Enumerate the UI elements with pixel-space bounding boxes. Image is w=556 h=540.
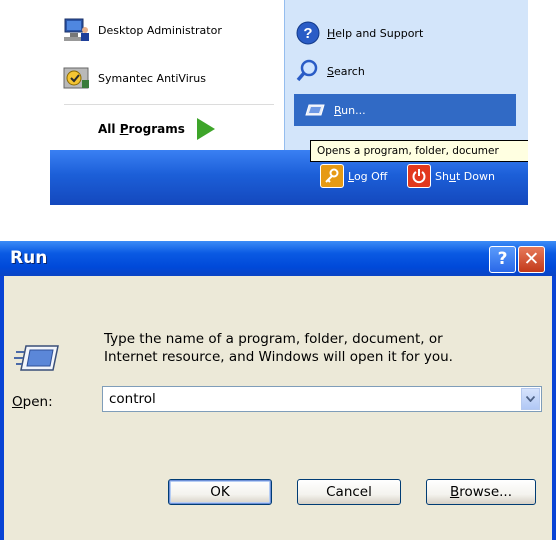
start-item-label: Symantec AntiVirus <box>98 71 206 85</box>
logoff-label: Log Off <box>348 169 388 183</box>
help-icon: ? <box>296 21 320 45</box>
dropdown-button[interactable] <box>521 388 540 410</box>
title-bar[interactable]: Run ? ✕ <box>0 241 556 276</box>
all-programs-label: All Programs <box>98 122 185 136</box>
shutdown-label: Shut Down <box>435 169 495 183</box>
dialog-title: Run <box>10 248 48 268</box>
antivirus-icon <box>62 64 92 92</box>
open-combobox[interactable] <box>102 386 542 412</box>
cancel-button[interactable]: Cancel <box>297 479 401 505</box>
description-line: Internet resource, and Windows will open… <box>104 349 453 365</box>
run-icon <box>305 104 325 116</box>
chevron-down-icon <box>526 396 535 402</box>
start-item-help-and-support[interactable]: ? Help and Support <box>295 20 423 46</box>
dialog-description: Type the name of a program, folder, docu… <box>104 330 534 366</box>
open-label: Open: <box>12 394 53 410</box>
browse-button[interactable]: Browse... <box>426 479 536 505</box>
start-menu-right-pane: ? Help and Support Search <box>284 0 528 150</box>
all-programs-button[interactable]: All Programs <box>98 118 215 140</box>
run-dialog: Run ? ✕ Type the name of a program, fold… <box>0 241 556 540</box>
dialog-body: Type the name of a program, folder, docu… <box>4 276 552 540</box>
green-arrow-icon <box>196 118 215 140</box>
start-item-run[interactable]: Run... <box>294 94 516 126</box>
start-menu-left-pane: Desktop Administrator Symantec AntiVirus… <box>50 0 284 150</box>
start-item-search[interactable]: Search <box>295 58 365 84</box>
power-icon <box>407 164 431 188</box>
run-program-icon <box>14 345 59 371</box>
open-input[interactable] <box>103 387 509 411</box>
start-item-label: Desktop Administrator <box>98 23 222 37</box>
search-icon <box>296 59 318 82</box>
start-item-desktop-administrator[interactable]: Desktop Administrator <box>62 16 222 44</box>
start-menu: Desktop Administrator Symantec AntiVirus… <box>50 0 528 205</box>
logoff-button[interactable]: Log Off <box>320 164 387 188</box>
help-button[interactable]: ? <box>489 246 516 273</box>
divider <box>64 104 274 105</box>
start-item-label: Run... <box>334 103 366 117</box>
key-icon <box>320 164 344 188</box>
run-tooltip: Opens a program, folder, documer <box>310 140 528 162</box>
shutdown-button[interactable]: Shut Down <box>407 164 495 188</box>
start-item-label: Help and Support <box>327 26 424 40</box>
computer-user-icon <box>62 16 92 44</box>
start-item-symantec-antivirus[interactable]: Symantec AntiVirus <box>62 64 206 92</box>
description-line: Type the name of a program, folder, docu… <box>104 331 443 347</box>
svg-text:?: ? <box>303 25 312 42</box>
ok-button[interactable]: OK <box>168 479 272 505</box>
start-item-label: Search <box>327 64 365 78</box>
close-button[interactable]: ✕ <box>518 246 545 273</box>
